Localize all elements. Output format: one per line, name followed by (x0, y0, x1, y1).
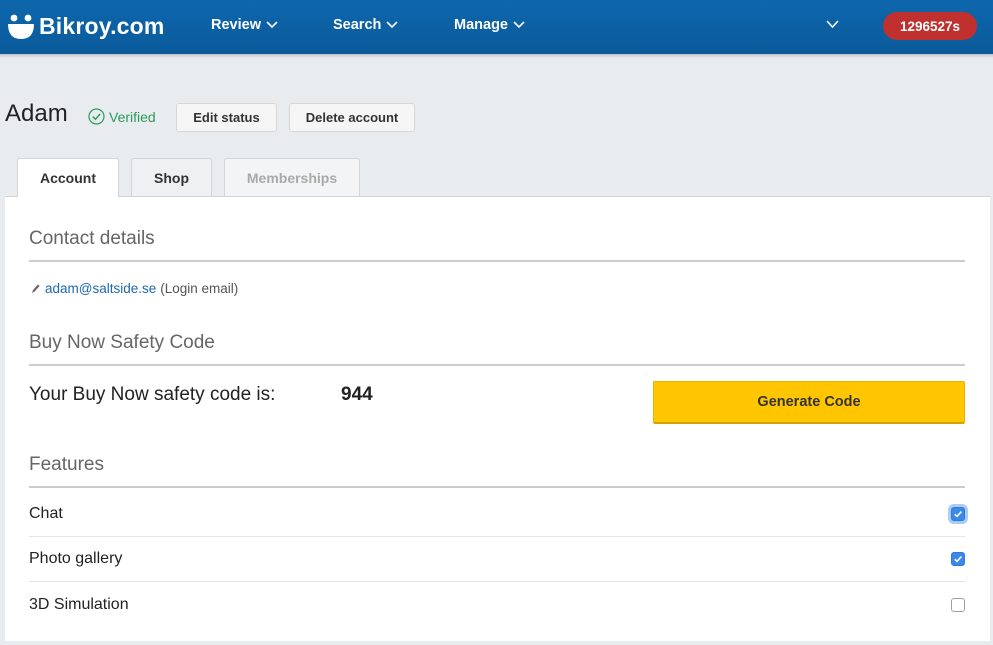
chevron-down-icon (266, 21, 278, 29)
user-id-badge[interactable]: 1296527s (883, 12, 977, 40)
nav-review-label: Review (211, 17, 261, 33)
chevron-down-icon (513, 21, 525, 29)
pencil-icon[interactable] (31, 283, 41, 294)
check-circle-icon (88, 108, 105, 125)
feature-row-chat: Chat (29, 492, 965, 537)
feature-label: 3D Simulation (29, 595, 129, 613)
email-link[interactable]: adam@saltside.se (45, 281, 156, 296)
brand-logo[interactable]: Bikroy.com (6, 11, 165, 41)
user-menu-chevron-icon[interactable] (826, 20, 839, 29)
3d-simulation-checkbox[interactable] (951, 597, 965, 612)
chevron-down-icon (386, 21, 398, 29)
verified-status: Verified (88, 108, 156, 125)
safety-code-value: 944 (341, 384, 373, 405)
page-title: Adam (5, 100, 68, 127)
safety-code-heading: Buy Now Safety Code (29, 332, 215, 353)
section-divider (29, 364, 965, 366)
nav-review[interactable]: Review (211, 17, 278, 33)
checkmark-icon (954, 511, 962, 518)
nav-manage-label: Manage (454, 17, 508, 33)
feature-label: Photo gallery (29, 550, 123, 567)
email-row: adam@saltside.se (Login email) (31, 281, 238, 296)
features-heading: Features (29, 454, 104, 475)
tab-account[interactable]: Account (17, 158, 119, 197)
nav-manage[interactable]: Manage (454, 17, 525, 33)
email-note: (Login email) (160, 281, 239, 296)
nav-search-label: Search (333, 17, 382, 33)
section-divider (29, 260, 965, 262)
chat-checkbox[interactable] (951, 507, 965, 521)
checkmark-icon (954, 556, 962, 563)
account-panel: Contact details adam@saltside.se (Login … (5, 196, 990, 641)
section-divider (29, 486, 965, 488)
generate-code-button[interactable]: Generate Code (653, 381, 965, 424)
photo-gallery-checkbox[interactable] (951, 552, 965, 566)
smiley-logo-icon (6, 11, 36, 41)
feature-row-photo-gallery: Photo gallery (29, 537, 965, 582)
contact-details-heading: Contact details (29, 228, 155, 249)
tab-shop[interactable]: Shop (131, 158, 212, 196)
verified-label: Verified (109, 108, 156, 125)
feature-label: Chat (29, 505, 63, 522)
brand-name: Bikroy.com (39, 12, 165, 39)
top-nav-bar: Bikroy.com Review Search Manage 1296527s (0, 0, 993, 58)
edit-status-button[interactable]: Edit status (176, 103, 277, 132)
feature-row-3d-simulation: 3D Simulation (29, 582, 965, 627)
nav-search[interactable]: Search (333, 17, 398, 33)
tab-memberships[interactable]: Memberships (224, 158, 360, 196)
nav-shadow (0, 54, 993, 58)
safety-code-label: Your Buy Now safety code is: (29, 384, 276, 405)
delete-account-button[interactable]: Delete account (289, 103, 415, 132)
